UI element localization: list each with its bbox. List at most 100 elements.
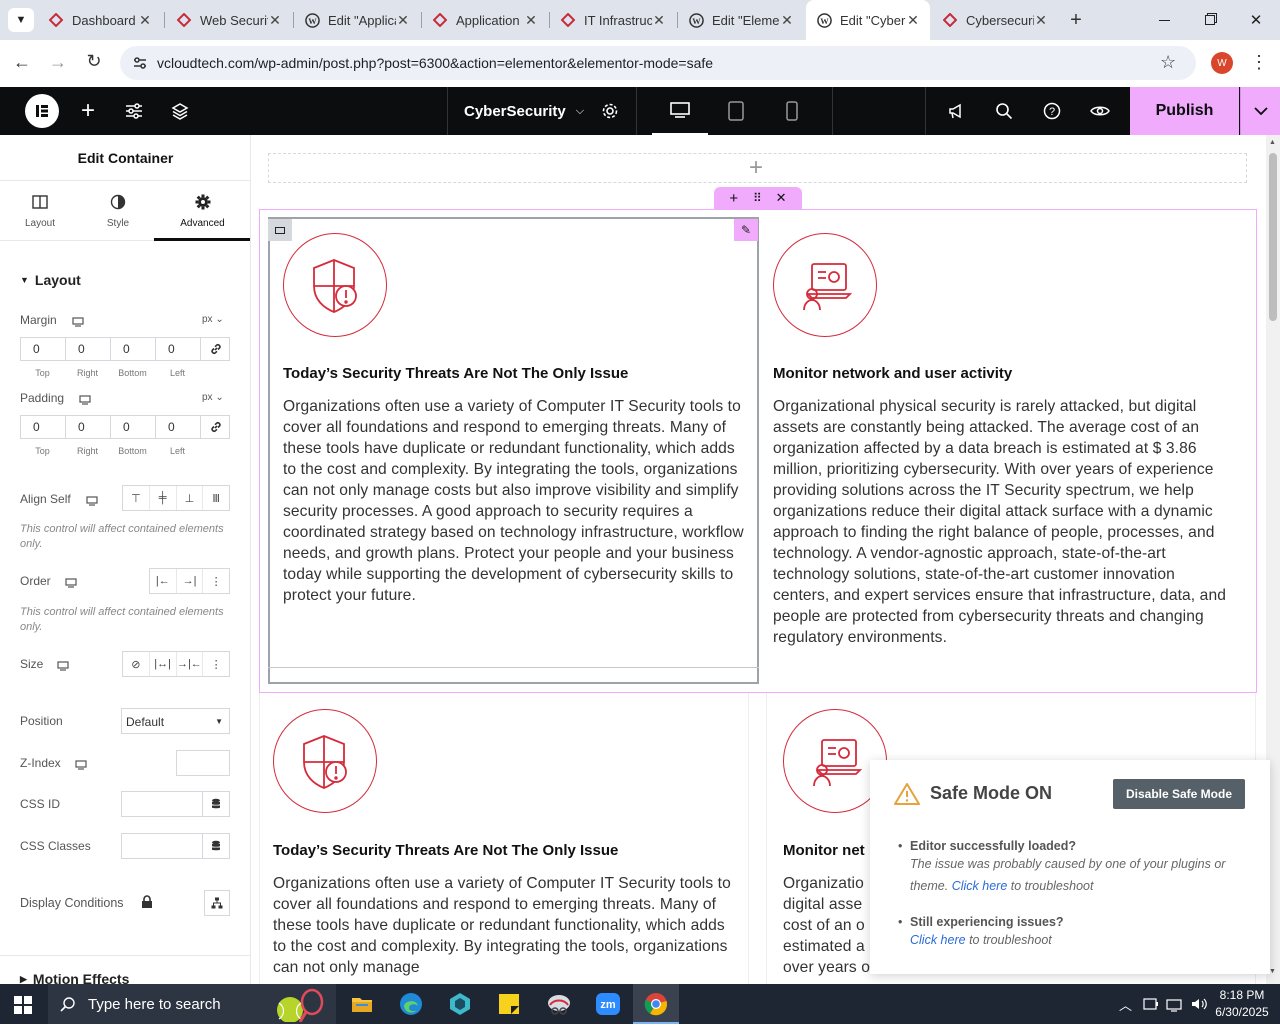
system-tray-chevron-up-icon[interactable]: ︿	[1119, 995, 1132, 1014]
add-section-area[interactable]: +	[268, 153, 1247, 183]
section-motion-effects-toggle[interactable]: ▶ Motion Effects	[20, 971, 129, 984]
restore-icon[interactable]	[1198, 8, 1222, 32]
page-name-dropdown[interactable]: CyberSecurity ⌵	[464, 87, 584, 135]
zindex-input[interactable]	[176, 750, 230, 776]
align-stretch-icon[interactable]: Ⅲ	[203, 486, 229, 510]
troubleshoot-link[interactable]: Click here	[910, 933, 966, 947]
browser-tab-web-security[interactable]: Web Security ✕	[166, 0, 292, 40]
responsive-desktop-icon[interactable]	[75, 757, 87, 770]
scroll-down-icon[interactable]: ▼	[1269, 968, 1276, 975]
responsive-desktop-icon[interactable]	[57, 658, 69, 671]
close-tab-icon[interactable]: ✕	[780, 12, 794, 29]
tab-search-button[interactable]: ▼	[8, 8, 34, 32]
page-settings-gear-icon[interactable]	[598, 87, 622, 135]
scrollbar-thumb[interactable]	[1269, 153, 1277, 321]
align-center-icon[interactable]: ╪	[150, 486, 177, 510]
responsive-desktop-icon[interactable]	[79, 392, 91, 405]
sticky-notes-icon[interactable]	[497, 992, 521, 1016]
responsive-desktop-icon[interactable]	[65, 575, 77, 588]
responsive-desktop-icon[interactable]	[72, 314, 84, 327]
browser-tab-application[interactable]: Application ✕	[422, 0, 548, 40]
close-window-icon[interactable]: ✕	[1244, 8, 1268, 32]
close-tab-icon[interactable]: ✕	[906, 12, 920, 29]
padding-left-input[interactable]: 0	[155, 415, 201, 439]
clock[interactable]: 8:18 PM 6/30/2025	[1212, 987, 1272, 1021]
taskbar-search-box[interactable]: Type here to search	[48, 984, 336, 1024]
css-classes-input[interactable]	[121, 833, 203, 859]
conditions-sitemap-icon[interactable]	[204, 890, 230, 916]
bookmark-star-icon[interactable]: ☆	[1160, 52, 1176, 73]
zoom-app-icon[interactable]: zm	[595, 992, 621, 1016]
margin-right-input[interactable]: 0	[65, 337, 111, 361]
no-size-icon[interactable]: ⊘	[123, 652, 150, 676]
tab-layout[interactable]: Layout	[0, 181, 80, 241]
network-battery-icon[interactable]	[1143, 996, 1159, 1012]
margin-top-input[interactable]: 0	[20, 337, 66, 361]
whats-new-megaphone-icon[interactable]	[944, 87, 968, 135]
link-values-icon[interactable]	[200, 415, 230, 439]
drag-handle-icon[interactable]: ⠿	[753, 191, 762, 205]
site-settings-icon[interactable]	[132, 55, 148, 71]
preview-eye-icon[interactable]	[1088, 87, 1112, 135]
site-settings-sliders-icon[interactable]	[122, 87, 146, 135]
padding-right-input[interactable]: 0	[65, 415, 111, 439]
troubleshoot-link[interactable]: Click here	[952, 879, 1008, 893]
browser-tab-edit-application[interactable]: W Edit "Application" ✕	[294, 0, 420, 40]
add-container-icon[interactable]: +	[729, 190, 738, 207]
new-tab-icon[interactable]: +	[1064, 8, 1088, 32]
snipping-tool-icon[interactable]	[546, 992, 572, 1016]
delete-container-icon[interactable]: ✕	[776, 190, 787, 206]
dynamic-tags-icon[interactable]	[202, 791, 230, 817]
publish-options-button[interactable]	[1240, 87, 1280, 135]
more-options-icon[interactable]: ⋮	[203, 652, 229, 676]
publish-button[interactable]: Publish	[1130, 87, 1239, 135]
grow-icon[interactable]: |↔|	[150, 652, 177, 676]
dynamic-tags-icon[interactable]	[202, 833, 230, 859]
browser-tab-edit-elementor[interactable]: W Edit "Elementor" ✕	[678, 0, 804, 40]
close-tab-icon[interactable]: ✕	[652, 12, 666, 29]
browser-menu-icon[interactable]: ⋮	[1250, 52, 1268, 74]
order-first-icon[interactable]: |←	[150, 569, 177, 593]
browser-tab-it-infrastructure[interactable]: IT Infrastructure ✕	[550, 0, 676, 40]
css-id-input[interactable]	[121, 791, 203, 817]
tablet-view-icon[interactable]	[716, 87, 756, 135]
tab-advanced[interactable]: Advanced	[154, 181, 250, 241]
margin-left-input[interactable]: 0	[155, 337, 201, 361]
shrink-icon[interactable]: →|←	[177, 652, 204, 676]
position-select[interactable]: Default ▼	[121, 708, 230, 734]
edge-browser-icon[interactable]	[399, 992, 423, 1016]
close-tab-icon[interactable]: ✕	[1034, 12, 1048, 29]
layers-icon[interactable]	[168, 87, 192, 135]
add-element-icon[interactable]: +	[76, 87, 100, 135]
app-diamond-icon[interactable]	[448, 992, 472, 1016]
order-last-icon[interactable]: →|	[177, 569, 204, 593]
address-bar[interactable]: vcloudtech.com/wp-admin/post.php?post=63…	[120, 46, 1196, 80]
browser-tab-dashboard[interactable]: Dashboard ✕	[38, 0, 162, 40]
volume-icon[interactable]	[1190, 996, 1208, 1012]
wifi-icon[interactable]	[1166, 996, 1182, 1012]
browser-tab-edit-cybersecurity[interactable]: W Edit "CyberSecurity" ✕	[806, 0, 930, 40]
padding-unit-select[interactable]: px ⌄	[202, 392, 224, 403]
file-explorer-icon[interactable]	[350, 992, 374, 1016]
section-layout-toggle[interactable]: ▼ Layout	[20, 272, 81, 288]
link-values-icon[interactable]	[200, 337, 230, 361]
search-icon[interactable]	[992, 87, 1016, 135]
profile-avatar[interactable]: W	[1211, 52, 1233, 74]
disable-safe-mode-button[interactable]: Disable Safe Mode	[1113, 779, 1245, 809]
chrome-taskbar-button[interactable]	[633, 984, 679, 1024]
close-tab-icon[interactable]: ✕	[268, 12, 282, 29]
back-arrow-icon[interactable]: ←	[10, 52, 34, 76]
align-start-icon[interactable]: ⊤	[123, 486, 150, 510]
more-options-icon[interactable]: ⋮	[203, 569, 229, 593]
close-tab-icon[interactable]: ✕	[138, 12, 152, 29]
desktop-view-icon[interactable]	[652, 87, 708, 135]
padding-top-input[interactable]: 0	[20, 415, 66, 439]
edit-widget-pencil-icon[interactable]: ✎	[734, 219, 758, 241]
scroll-up-icon[interactable]: ▲	[1269, 139, 1276, 146]
margin-unit-select[interactable]: px ⌄	[202, 314, 224, 325]
close-tab-icon[interactable]: ✕	[396, 12, 410, 29]
reload-icon[interactable]: ↻	[82, 51, 106, 75]
margin-bottom-input[interactable]: 0	[110, 337, 156, 361]
browser-tab-cybersecurity[interactable]: Cybersecurity ✕	[932, 0, 1058, 40]
help-icon[interactable]: ?	[1040, 87, 1064, 135]
